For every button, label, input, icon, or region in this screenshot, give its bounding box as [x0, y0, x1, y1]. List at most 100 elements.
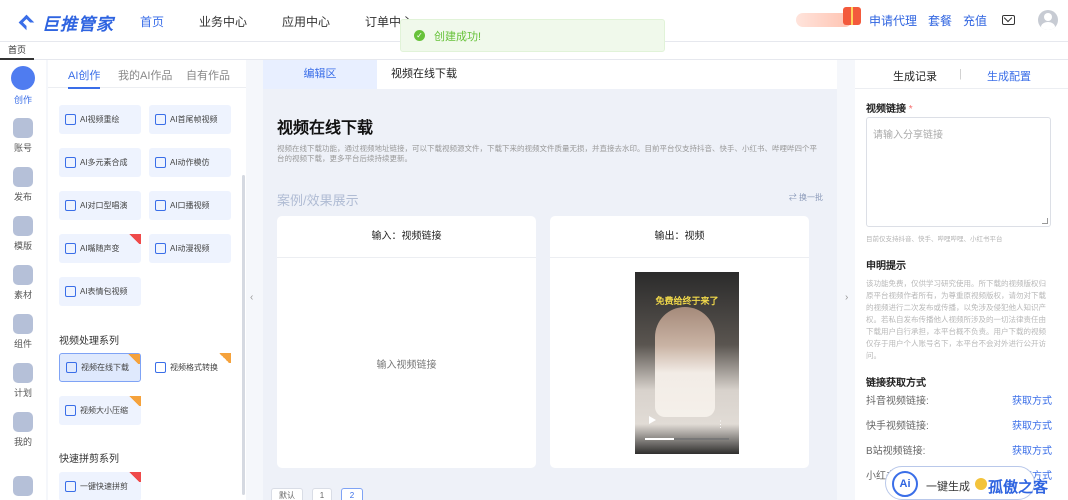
video-icon	[155, 243, 166, 254]
play-icon[interactable]	[649, 416, 656, 424]
nav-apps[interactable]: 应用中心	[282, 13, 330, 30]
nav-business[interactable]: 业务中心	[199, 13, 247, 30]
tool-card-ai-lipsync[interactable]: AI对口型唱演	[59, 191, 141, 220]
avatar[interactable]	[1038, 10, 1058, 30]
apply-agent-link[interactable]: 申请代理	[869, 12, 917, 29]
notice-title: 申明提示	[866, 261, 906, 272]
page-tab-home[interactable]: 首页	[0, 42, 35, 60]
recharge-link[interactable]: 充值	[963, 12, 987, 29]
sidebar-item-publish[interactable]: 发布	[0, 167, 46, 203]
tool-card-ai-talk[interactable]: AI口播视频	[149, 191, 231, 220]
tab-my-ai-works[interactable]: 我的AI作品	[118, 67, 172, 83]
tool-card-ai-mouth[interactable]: AI嘴随声变	[59, 234, 141, 263]
video-icon	[155, 114, 166, 125]
input-example-panel: 输入：视频链接 输入视频链接	[277, 216, 536, 468]
sidebar-item-component[interactable]: 组件	[0, 314, 46, 350]
how-link[interactable]: 获取方式	[1012, 392, 1052, 407]
sidebar-label: 组件	[13, 339, 32, 349]
gift-icon	[842, 7, 861, 25]
sidebar-label: 模版	[13, 241, 32, 251]
notice-text: 该功能免费，仅供学习研究使用。所下载的视频版权归原平台视频作者所有，为尊重原视频…	[866, 279, 1046, 360]
sidebar-item-plan[interactable]: 计划	[0, 363, 46, 399]
user-icon	[13, 412, 33, 432]
logo[interactable]: 巨推管家	[18, 10, 114, 35]
tool-card-ai-emoji[interactable]: AI表情包视频	[59, 277, 141, 306]
tab-own-works[interactable]: 自有作品	[186, 67, 230, 83]
tab-history[interactable]: 生成记录	[893, 68, 937, 84]
sidebar-label: 账号	[13, 143, 32, 153]
more-icon[interactable]: ⋮	[716, 420, 725, 429]
material-icon	[13, 265, 33, 285]
sidebar-item-account[interactable]: 账号	[0, 118, 46, 154]
sidebar-item-template[interactable]: 模版	[0, 216, 46, 252]
tool-card-video-convert[interactable]: 视频格式转换	[149, 353, 231, 382]
section-title-video: 视频处理系列	[59, 336, 119, 347]
card-label: AI动漫视频	[170, 244, 210, 253]
component-icon	[13, 314, 33, 334]
swap-icon: ⇄	[788, 193, 799, 202]
config-tabs: 生成记录 | 生成配置	[855, 60, 1068, 89]
video-preview[interactable]: 免费给终于来了 ⋮	[635, 272, 739, 454]
convert-icon	[155, 362, 166, 373]
tool-panel-scrollbar[interactable]	[242, 175, 245, 495]
editor-tabs: 编辑区 视频在线下载	[263, 60, 837, 89]
video-progress[interactable]	[645, 438, 729, 440]
collapse-right-icon[interactable]: ›	[845, 292, 848, 303]
cut-icon	[65, 481, 76, 492]
tool-card-ai-multi[interactable]: AI多元素合成	[59, 148, 141, 177]
row-label: B站视频链接:	[866, 446, 926, 457]
sidebar-label: 我的	[13, 437, 32, 447]
swap-batch-button[interactable]: ⇄ 换一批	[789, 192, 823, 203]
tool-card-ai-redraw[interactable]: AI视频重绘	[59, 105, 141, 134]
logo-icon	[18, 14, 38, 32]
tool-card-video-compress[interactable]: 视频大小压缩	[59, 396, 141, 425]
check-circle-icon: ✓	[414, 30, 425, 41]
tab-config[interactable]: 生成配置	[987, 68, 1031, 84]
pager-page-1[interactable]: 1	[312, 488, 332, 500]
how-link[interactable]: 获取方式	[1012, 442, 1052, 457]
hot-corner-badge	[126, 354, 140, 364]
editor-area: 编辑区 视频在线下载 视频在线下载 视频在线下载功能，通过视频地址链接，可以下载…	[263, 60, 837, 500]
video-icon	[65, 200, 76, 211]
how-link[interactable]: 获取方式	[1012, 417, 1052, 432]
publish-icon	[13, 167, 33, 187]
tool-card-ai-frames[interactable]: AI首尾帧视频	[149, 105, 231, 134]
tool-tabs: AI创作 我的AI作品 自有作品	[48, 60, 246, 89]
tool-panel: AI创作 我的AI作品 自有作品 AI视频重绘 AI首尾帧视频 AI多元素合成 …	[48, 60, 246, 500]
tool-card-video-download[interactable]: 视频在线下载	[59, 353, 141, 382]
card-label: 一键快速拼剪	[80, 482, 128, 491]
tab-edit-area[interactable]: 编辑区	[263, 60, 377, 89]
ai-badge-icon: Ai	[892, 471, 918, 497]
page-title: 视频在线下载	[277, 120, 374, 137]
tool-card-ai-anime[interactable]: AI动漫视频	[149, 234, 231, 263]
tab-current-tool[interactable]: 视频在线下载	[391, 60, 457, 89]
how-to-title: 链接获取方式	[866, 378, 926, 389]
tool-card-quick-cut[interactable]: 一键快速拼剪	[59, 472, 141, 500]
tool-card-ai-motion[interactable]: AI动作模仿	[149, 148, 231, 177]
link-field-label: 视频链接 *	[866, 100, 913, 115]
plans-link[interactable]: 套餐	[928, 12, 952, 29]
sidebar-item-docs[interactable]	[0, 476, 46, 499]
pager-page-2[interactable]: 2	[341, 488, 363, 500]
section-title-quick: 快速拼剪系列	[59, 454, 119, 465]
tab-ai-create[interactable]: AI创作	[68, 67, 101, 89]
sidebar-item-mine[interactable]: 我的	[0, 412, 46, 448]
pager-default[interactable]: 默认	[271, 488, 303, 500]
account-icon	[13, 118, 33, 138]
sidebar-item-material[interactable]: 素材	[0, 265, 46, 301]
sidebar-item-create[interactable]: 创作	[0, 66, 46, 106]
card-label: AI多元素合成	[80, 158, 128, 167]
share-link-input[interactable]: 请输入分享链接	[866, 117, 1051, 227]
link-hint: 目前仅支持抖音、快手、哔哩哔哩、小红书平台	[866, 236, 1003, 243]
output-panel-header: 输出：视频	[550, 216, 809, 258]
card-label: 视频大小压缩	[80, 406, 128, 415]
watermark-text: 孤傲之客	[988, 478, 1049, 496]
promo-banner[interactable]	[795, 7, 861, 27]
collapse-left-icon[interactable]: ‹	[250, 292, 253, 303]
video-icon	[155, 200, 166, 211]
nav-home[interactable]: 首页	[140, 13, 164, 30]
create-icon	[11, 66, 35, 90]
link-label-text: 视频链接	[866, 104, 906, 115]
how-row-bilibili: B站视频链接: 获取方式	[866, 442, 1052, 457]
mail-icon[interactable]	[1002, 15, 1015, 25]
